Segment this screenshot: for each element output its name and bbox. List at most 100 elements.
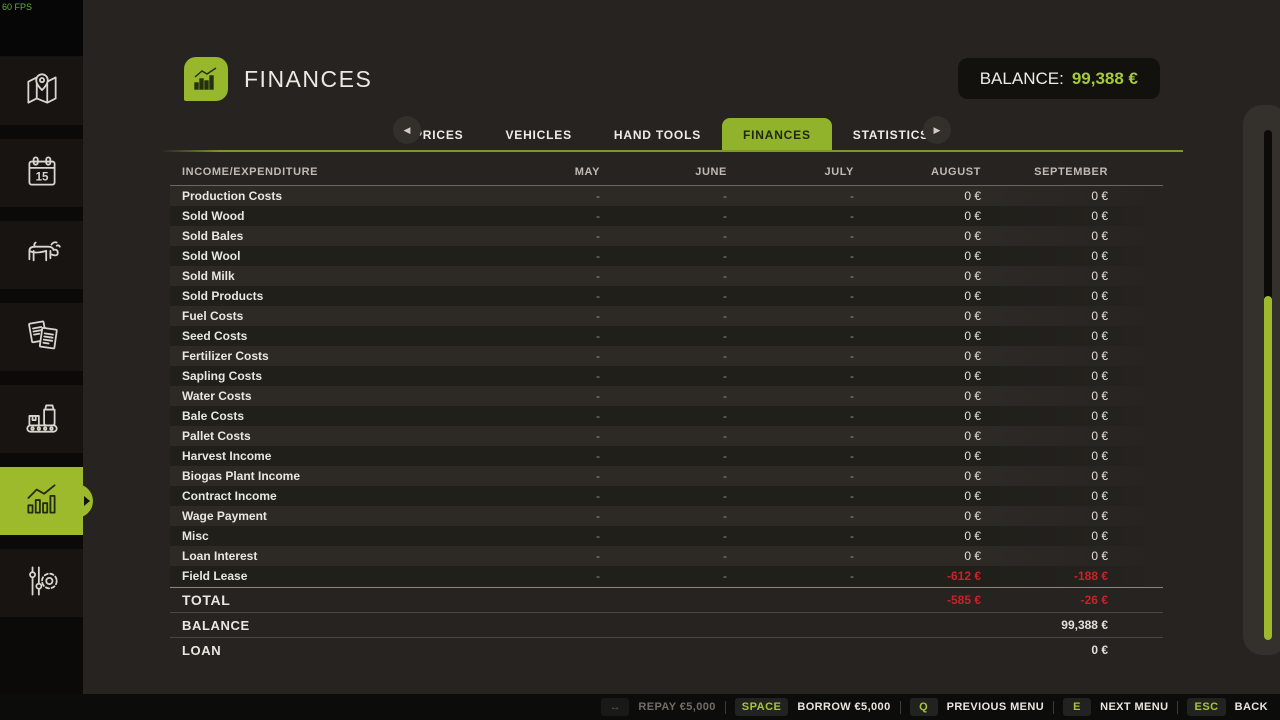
row-value: 0 €: [981, 489, 1108, 503]
row-label: BALANCE: [170, 618, 473, 633]
row-value: 0 €: [854, 409, 981, 423]
row-value: 0 €: [981, 269, 1108, 283]
balance-value: 99,388 €: [1072, 69, 1138, 89]
keycap: Q: [910, 698, 938, 716]
row-value: -: [727, 469, 854, 483]
row-value: -: [727, 329, 854, 343]
hotkey-label: BACK: [1235, 701, 1268, 713]
sidebar-item-calendar[interactable]: 15: [0, 139, 83, 207]
row-value: 0 €: [981, 289, 1108, 303]
table-row-field-lease: Field Lease----612 €-188 €: [170, 566, 1163, 586]
row-value: -: [473, 369, 600, 383]
row-value: -: [727, 269, 854, 283]
row-value: 0 €: [854, 309, 981, 323]
sidebar-item-map[interactable]: [0, 57, 83, 125]
scrollbar[interactable]: [1243, 105, 1280, 655]
row-label: Bale Costs: [170, 409, 473, 423]
row-value: 0 €: [981, 349, 1108, 363]
table-row-balance: BALANCE99,388 €: [170, 613, 1163, 637]
row-value: -: [600, 369, 727, 383]
scrollbar-thumb[interactable]: [1264, 296, 1272, 640]
row-value: 0 €: [981, 249, 1108, 263]
tab-underline: [160, 150, 1183, 152]
row-value: -: [473, 349, 600, 363]
row-value: -: [473, 389, 600, 403]
sidebar-item-finances[interactable]: [0, 467, 83, 535]
row-value: -: [600, 429, 727, 443]
keycap: E: [1063, 698, 1091, 716]
hotkey-previous-menu[interactable]: Q PREVIOUS MENU: [910, 698, 1045, 716]
table-row-misc: Misc---0 €0 €: [170, 526, 1163, 546]
sidebar-item-animals[interactable]: [0, 221, 83, 289]
row-value: 0 €: [981, 389, 1108, 403]
row-value: -: [473, 269, 600, 283]
row-value: 0 €: [981, 509, 1108, 523]
row-label: LOAN: [170, 643, 473, 658]
row-value: -: [727, 209, 854, 223]
tab-prev-arrow[interactable]: ◀: [393, 116, 421, 144]
row-value: -: [473, 429, 600, 443]
hotkey-label: NEXT MENU: [1100, 701, 1168, 713]
row-value: -: [600, 449, 727, 463]
hotkey-label: PREVIOUS MENU: [947, 701, 1045, 713]
finances-content: ◀ PRICESVEHICLESHAND TOOLSFINANCESSTATIS…: [160, 110, 1183, 662]
row-value: -: [727, 289, 854, 303]
row-value: -: [600, 269, 727, 283]
row-value: 0 €: [854, 469, 981, 483]
row-label: Contract Income: [170, 489, 473, 503]
row-label: Water Costs: [170, 389, 473, 403]
row-label: Sold Wood: [170, 209, 473, 223]
map-icon: [21, 68, 63, 115]
table-row-total: TOTAL-585 €-26 €: [170, 588, 1163, 612]
hotkey-label: BORROW €5,000: [797, 701, 890, 713]
row-value: -: [473, 569, 600, 583]
table-row-bale-costs: Bale Costs---0 €0 €: [170, 406, 1163, 426]
tab-hand-tools[interactable]: HAND TOOLS: [593, 118, 722, 152]
page-title: FINANCES: [244, 66, 372, 93]
row-value: 0 €: [981, 229, 1108, 243]
production-icon: [21, 396, 63, 443]
tab-vehicles[interactable]: VEHICLES: [484, 118, 592, 152]
row-value: -: [600, 189, 727, 203]
row-value: 0 €: [854, 229, 981, 243]
table-header-row: INCOME/EXPENDITUREMAYJUNEJULYAUGUSTSEPTE…: [170, 158, 1163, 186]
row-value: -: [473, 449, 600, 463]
row-label: Biogas Plant Income: [170, 469, 473, 483]
row-value: -: [727, 569, 854, 583]
hotkey-next-menu[interactable]: E NEXT MENU: [1063, 698, 1168, 716]
row-value: -: [727, 349, 854, 363]
table-row-harvest-income: Harvest Income---0 €0 €: [170, 446, 1163, 466]
row-value: -: [473, 329, 600, 343]
row-value: -: [600, 309, 727, 323]
tab-finances[interactable]: FINANCES: [722, 118, 832, 152]
row-value: 0 €: [854, 389, 981, 403]
row-label: Fertilizer Costs: [170, 349, 473, 363]
row-value: -585 €: [854, 593, 981, 607]
row-value: 0 €: [981, 209, 1108, 223]
row-value: 0 €: [854, 269, 981, 283]
table-body: Production Costs---0 €0 €Sold Wood---0 €…: [170, 186, 1163, 586]
hotkey-back[interactable]: ESCBACK: [1187, 698, 1268, 716]
row-label: Sapling Costs: [170, 369, 473, 383]
row-value: -: [600, 389, 727, 403]
table-row-production-costs: Production Costs---0 €0 €: [170, 186, 1163, 206]
row-value: -: [473, 409, 600, 423]
row-value: -: [473, 509, 600, 523]
row-value: 0 €: [981, 549, 1108, 563]
column-header-june: JUNE: [600, 166, 727, 178]
tab-next-arrow[interactable]: ▶: [923, 116, 951, 144]
sidebar-item-settings[interactable]: [0, 549, 83, 617]
hotkey-borrow-5-000[interactable]: SPACEBORROW €5,000: [735, 698, 891, 716]
cow-icon: [21, 232, 63, 279]
row-value: 0 €: [854, 549, 981, 563]
table-row-sold-products: Sold Products---0 €0 €: [170, 286, 1163, 306]
keycap: ↔: [601, 698, 629, 716]
row-value: -: [727, 529, 854, 543]
row-label: Sold Wool: [170, 249, 473, 263]
row-value: 0 €: [981, 329, 1108, 343]
row-label: Harvest Income: [170, 449, 473, 463]
sidebar-item-production[interactable]: [0, 385, 83, 453]
row-value: 0 €: [981, 189, 1108, 203]
sidebar-item-contracts[interactable]: [0, 303, 83, 371]
row-value: 0 €: [981, 449, 1108, 463]
